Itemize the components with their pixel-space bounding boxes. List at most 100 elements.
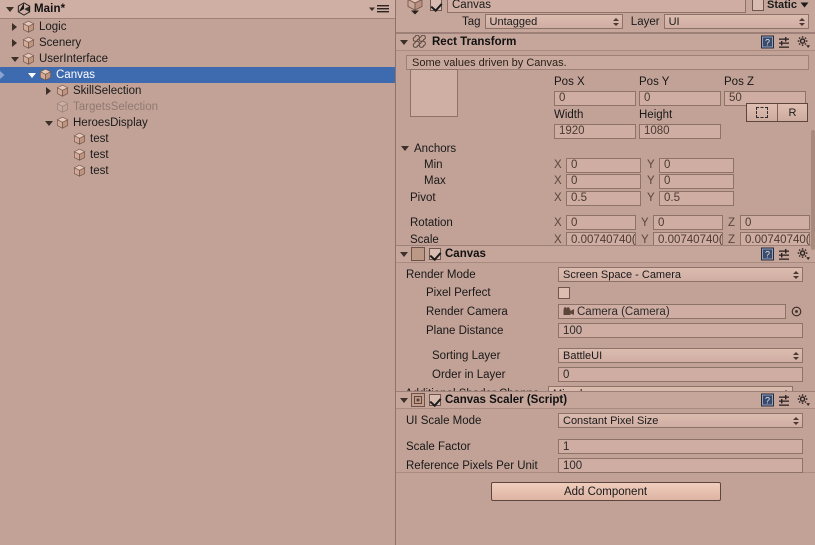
render-mode-label: Render Mode [406, 268, 476, 281]
hierarchy-item-test[interactable]: test [0, 163, 395, 179]
anchors-foldout-icon[interactable] [401, 146, 409, 151]
pixel-perfect-checkbox[interactable] [558, 287, 570, 299]
hierarchy-item-logic[interactable]: Logic [0, 19, 395, 35]
anchor-min-x-field[interactable]: 0 [566, 157, 641, 173]
gameobject-icon-wrap [21, 20, 37, 35]
pivot-y-field[interactable]: 0.5 [659, 190, 734, 206]
order-in-layer-field[interactable]: 0 [558, 367, 803, 382]
anchor-min-y-field[interactable]: 0 [659, 157, 734, 173]
canvas-enabled-checkbox[interactable] [429, 248, 441, 260]
gameobject-icon [402, 0, 430, 15]
foldout-collapsed-icon[interactable] [42, 83, 55, 99]
axis-y-label: Y [641, 216, 649, 229]
layer-label: Layer [630, 15, 660, 28]
width-field[interactable]: 1920 [554, 123, 636, 139]
gameobject-icon-wrap [72, 148, 88, 163]
canvas-scaler-enabled-checkbox[interactable] [429, 394, 441, 406]
gameobject-enabled-checkbox[interactable] [430, 0, 442, 11]
axis-z-label: Z [728, 216, 736, 229]
hierarchy-item-canvas[interactable]: Canvas [0, 67, 395, 83]
scene-name-label: Main* [34, 3, 66, 15]
hierarchy-item-skillselection[interactable]: SkillSelection [0, 83, 395, 99]
scene-foldout-icon[interactable] [6, 6, 14, 12]
hierarchy-item-targetsselection[interactable]: TargetsSelection [0, 99, 395, 115]
gear-icon[interactable] [797, 394, 810, 407]
rect-transform-header[interactable]: Rect Transform ? [396, 33, 815, 51]
foldout-expanded-icon[interactable] [25, 67, 38, 83]
gear-icon[interactable] [797, 36, 810, 49]
hierarchy-item-label: test [90, 149, 109, 161]
canvas-scaler-foldout-icon[interactable] [400, 397, 408, 403]
plane-distance-field[interactable]: 100 [558, 323, 803, 338]
canvas-scaler-header[interactable]: Canvas Scaler (Script) ? [396, 391, 815, 409]
pivot-raw-toggle-group[interactable]: R [746, 103, 808, 122]
preset-sliders-icon[interactable] [779, 394, 792, 406]
pivot-x-field[interactable]: 0.5 [566, 190, 641, 206]
add-component-area: Add Component [396, 473, 815, 501]
anchors-label: Anchors [414, 142, 457, 155]
hierarchy-item-test[interactable]: test [0, 131, 395, 147]
tag-dropdown[interactable]: Untagged [484, 14, 623, 29]
rect-transform-foldout-icon[interactable] [400, 39, 408, 45]
render-camera-object-field[interactable]: Camera (Camera) [558, 304, 786, 319]
rotation-z-field[interactable]: 0 [740, 215, 810, 230]
anchor-max-y-field[interactable]: 0 [659, 173, 734, 189]
rotation-x-field[interactable]: 0 [566, 215, 636, 230]
sorting-layer-dropdown[interactable]: BattleUI [558, 348, 803, 363]
axis-y-label: Y [647, 159, 655, 171]
scale-factor-field[interactable]: 1 [558, 439, 803, 454]
hierarchy-panel: Main* Logic Scenery UserInterface Canvas… [0, 0, 396, 545]
pos-y-field[interactable]: 0 [639, 90, 721, 106]
hierarchy-item-scenery[interactable]: Scenery [0, 35, 395, 51]
preset-sliders-icon[interactable] [779, 248, 792, 260]
gear-icon[interactable] [797, 248, 810, 261]
object-picker-icon[interactable] [791, 306, 802, 317]
canvas-foldout-icon[interactable] [400, 251, 408, 257]
static-checkbox[interactable] [752, 0, 765, 11]
help-icon[interactable]: ? [761, 247, 774, 261]
hierarchy-tree[interactable]: Logic Scenery UserInterface Canvas Skill… [0, 19, 395, 545]
hierarchy-item-label: UserInterface [39, 53, 109, 65]
gameobject-icon-wrap [21, 36, 37, 51]
static-dropdown-icon[interactable] [800, 1, 809, 9]
hierarchy-item-heroesdisplay[interactable]: HeroesDisplay [0, 115, 395, 131]
help-icon[interactable]: ? [761, 393, 774, 407]
foldout-empty [59, 147, 72, 163]
gameobject-name-field[interactable]: Canvas [447, 0, 747, 13]
hierarchy-item-userinterface[interactable]: UserInterface [0, 51, 395, 67]
height-field[interactable]: 1080 [639, 123, 721, 139]
ui-scale-mode-dropdown[interactable]: Constant Pixel Size [558, 413, 803, 428]
anchor-max-x-field[interactable]: 0 [566, 173, 641, 189]
ui-scale-mode-label: UI Scale Mode [406, 414, 482, 427]
foldout-collapsed-icon[interactable] [8, 19, 21, 35]
foldout-expanded-icon[interactable] [42, 115, 55, 131]
foldout-collapsed-icon[interactable] [8, 35, 21, 51]
dashed-rect-icon [756, 107, 768, 118]
plane-distance-label: Plane Distance [426, 324, 504, 337]
hierarchy-header: Main* [0, 0, 395, 19]
render-camera-value: Camera (Camera) [577, 305, 670, 318]
gameobject-icon-wrap [55, 116, 71, 131]
anchor-preview-widget[interactable] [410, 69, 458, 117]
chevron-down-icon [369, 7, 375, 11]
render-camera-label: Render Camera [426, 305, 508, 318]
preset-sliders-icon[interactable] [779, 36, 792, 48]
hierarchy-menu-button[interactable] [368, 4, 389, 14]
pos-x-field[interactable]: 0 [554, 90, 636, 106]
add-component-button[interactable]: Add Component [490, 482, 721, 501]
foldout-expanded-icon[interactable] [8, 51, 21, 67]
layer-dropdown[interactable]: UI [663, 14, 809, 29]
render-mode-dropdown[interactable]: Screen Space - Camera [558, 267, 803, 282]
gameobject-icon-wrap [55, 100, 71, 115]
scale-label: Scale [410, 233, 439, 246]
inspector-scrollbar[interactable] [811, 130, 815, 250]
rotation-y-field[interactable]: 0 [653, 215, 723, 230]
canvas-component-header[interactable]: Canvas ? [396, 245, 815, 263]
reference-pixels-per-unit-field[interactable]: 100 [558, 458, 803, 473]
blueprint-mode-button[interactable] [747, 104, 777, 121]
canvas-scaler-title: Canvas Scaler (Script) [445, 394, 568, 406]
raw-edit-button[interactable]: R [777, 104, 807, 121]
hierarchy-item-test[interactable]: test [0, 147, 395, 163]
help-icon[interactable]: ? [761, 35, 774, 49]
svg-text:?: ? [765, 250, 770, 260]
